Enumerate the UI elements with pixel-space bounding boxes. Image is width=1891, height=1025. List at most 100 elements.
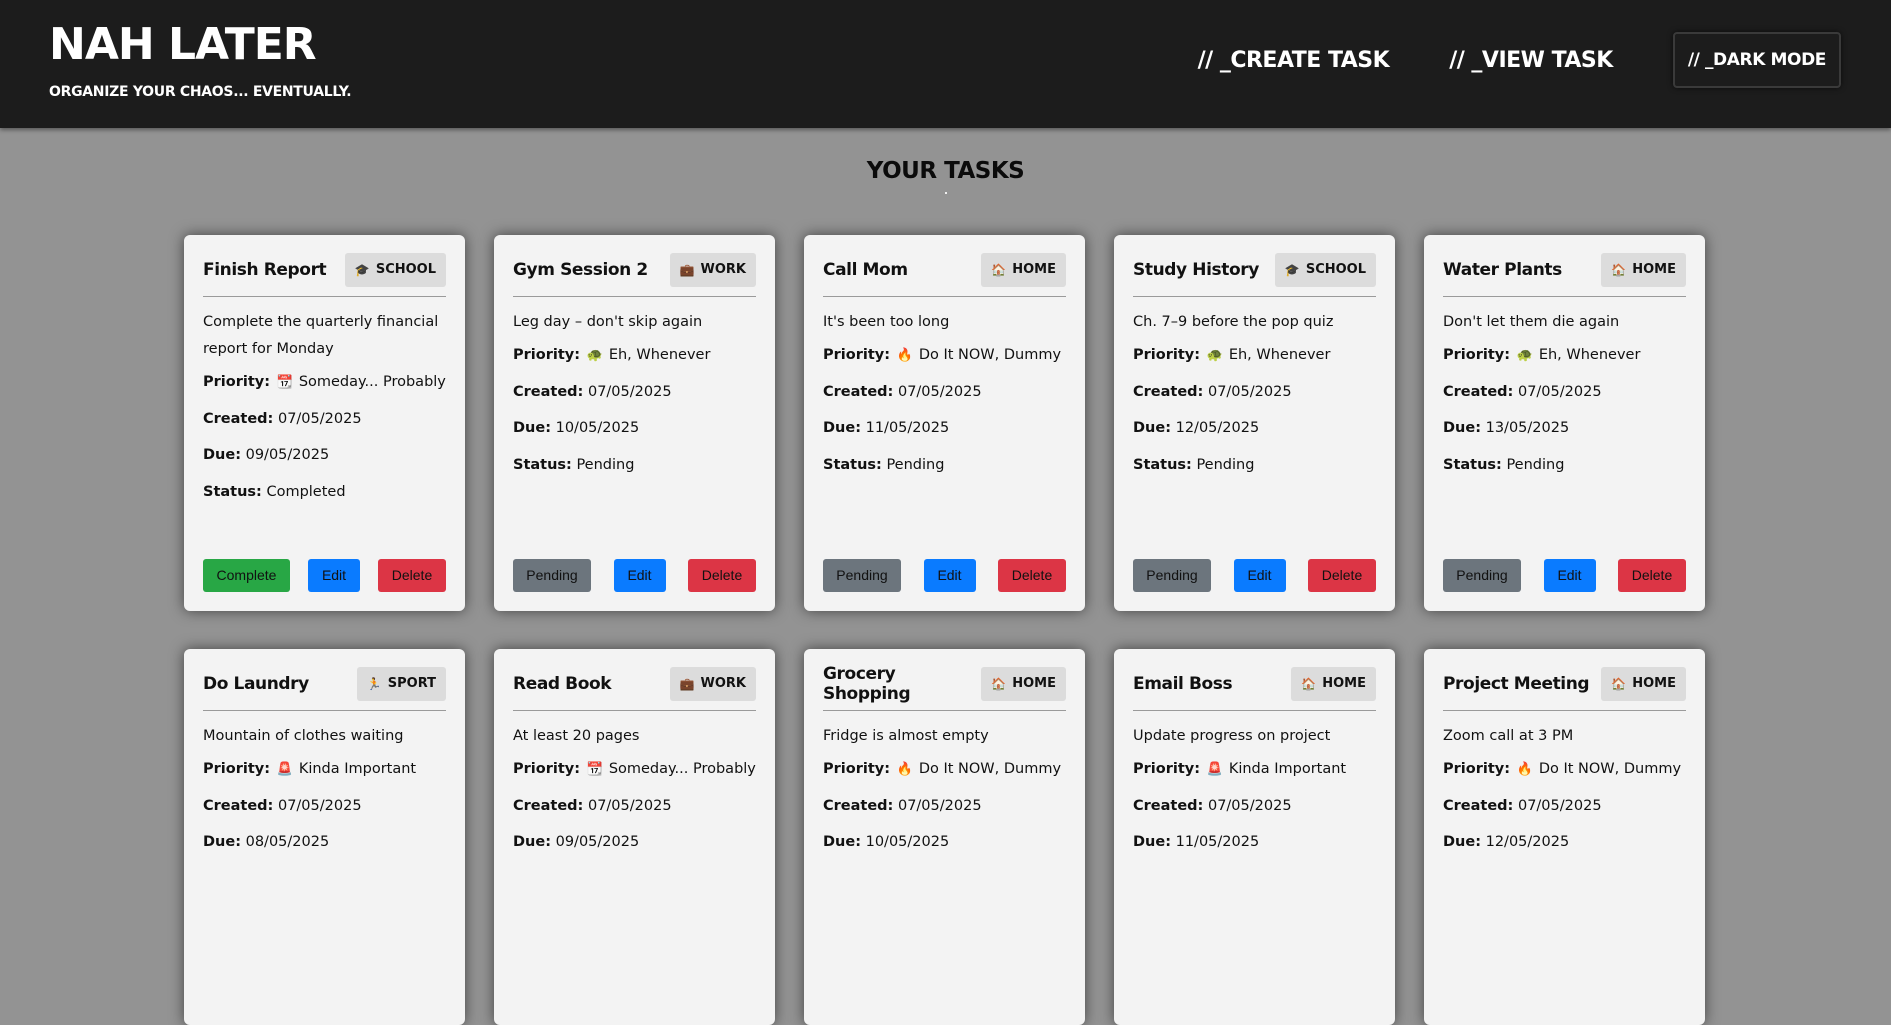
card-header: Gym Session 2 💼 WORK (513, 253, 756, 297)
created-label: Created: (823, 383, 894, 400)
created-row: Created: 07/05/2025 (513, 793, 756, 830)
status-label: Status: (1133, 456, 1192, 473)
due-value: 09/05/2025 (555, 834, 640, 850)
task-title: Grocery Shopping (823, 664, 911, 704)
due-value: 11/05/2025 (865, 420, 950, 436)
task-title: Email Boss (1133, 674, 1233, 694)
task-title: Gym Session 2 (513, 260, 648, 280)
card-body: It's been too long Priority: 🔥 Do It NOW, … (823, 309, 1066, 488)
nav-view-task[interactable]: // _VIEW TASK (1449, 48, 1613, 73)
due-value: 10/05/2025 (865, 834, 950, 850)
due-row: Due: 13/05/2025 (1443, 415, 1686, 452)
due-label: Due: (823, 420, 861, 436)
task-card: Grocery Shopping 🏠 HOME Fridge is almost em… (804, 649, 1085, 1025)
task-description: Complete the quarterly financial report … (203, 314, 439, 357)
priority-row: Priority: 🐢 Eh, Whenever (1133, 342, 1376, 379)
created-label: Created: (203, 410, 274, 427)
priority-label: Priority: (203, 374, 271, 390)
category-label: SCHOOL (1305, 262, 1366, 277)
priority-row: Priority: 📆 Someday... Probably (513, 756, 756, 793)
priority-value: Someday... Probably (608, 761, 756, 777)
category-badge: 💼 WORK (669, 253, 756, 287)
created-label: Created: (513, 383, 584, 400)
task-card: Water Plants 🏠 HOME Don't let them die agai… (1424, 235, 1705, 611)
priority-icon: 🐢 (586, 348, 603, 363)
task-card: Do Laundry 🏃 SPORT Mountain of clothes wait… (184, 649, 465, 1025)
task-description: Don't let them die again (1443, 314, 1620, 330)
created-label: Created: (203, 797, 274, 814)
category-badge: 🏠 HOME (1601, 253, 1686, 287)
status-toggle-button[interactable]: Pending (1443, 559, 1521, 592)
created-row: Created: 07/05/2025 (203, 793, 446, 830)
due-label: Due: (1133, 834, 1171, 850)
priority-row: Priority: 🚨 Kinda Important (203, 756, 446, 793)
task-description: Mountain of clothes waiting (203, 728, 404, 744)
priority-row: Priority: 🐢 Eh, Whenever (1443, 342, 1686, 379)
created-row: Created: 07/05/2025 (1133, 379, 1376, 416)
created-value: 07/05/2025 (1517, 383, 1602, 400)
task-title: Read Book (513, 674, 612, 694)
task-description: Fridge is almost empty (823, 728, 989, 744)
card-header: Water Plants 🏠 HOME (1443, 253, 1686, 297)
created-label: Created: (823, 797, 894, 814)
edit-button[interactable]: Edit (1233, 559, 1286, 592)
status-toggle-button[interactable]: Pending (513, 559, 591, 592)
card-header: Email Boss 🏠 HOME (1133, 667, 1376, 711)
due-label: Due: (1443, 834, 1481, 850)
due-label: Due: (513, 834, 551, 850)
priority-row: Priority: 📆 Someday... Probably (203, 369, 446, 406)
due-row: Due: 12/05/2025 (1443, 829, 1686, 866)
priority-icon: 🔥 (896, 762, 913, 777)
created-row: Created: 07/05/2025 (823, 793, 1066, 830)
status-row: Status: Pending (1133, 452, 1376, 489)
created-row: Created: 07/05/2025 (203, 406, 446, 443)
created-label: Created: (1443, 797, 1514, 814)
card-header: Project Meeting 🏠 HOME (1443, 667, 1686, 711)
due-row: Due: 09/05/2025 (513, 829, 756, 866)
edit-button[interactable]: Edit (1543, 559, 1596, 592)
dark-mode-button[interactable]: // _DARK MODE (1672, 32, 1841, 88)
delete-button[interactable]: Delete (1618, 559, 1686, 592)
card-body: Update progress on project Priority: 🚨 Kin… (1133, 723, 1376, 866)
created-value: 07/05/2025 (277, 797, 362, 814)
category-icon: 🏠 (1301, 677, 1317, 691)
status-toggle-button[interactable]: Pending (1133, 559, 1211, 592)
priority-label: Priority: (513, 761, 581, 777)
due-value: 08/05/2025 (245, 834, 330, 850)
card-actions: Pending Edit Delete (1443, 559, 1686, 592)
category-badge: 🎓 SCHOOL (1274, 253, 1376, 287)
task-title: Do Laundry (203, 674, 309, 694)
due-value: 13/05/2025 (1485, 420, 1570, 436)
status-row: Status: Pending (823, 452, 1066, 489)
card-body: Complete the quarterly financial report … (203, 309, 446, 515)
nav-create-task[interactable]: // _CREATE TASK (1198, 48, 1390, 73)
edit-button[interactable]: Edit (613, 559, 666, 592)
task-card: Read Book 💼 WORK At least 20 pages Priority:… (494, 649, 775, 1025)
delete-button[interactable]: Delete (998, 559, 1066, 592)
created-value: 07/05/2025 (1517, 797, 1602, 814)
due-row: Due: 11/05/2025 (823, 415, 1066, 452)
edit-button[interactable]: Edit (308, 559, 360, 592)
priority-label: Priority: (1443, 761, 1511, 777)
status-toggle-button[interactable]: Complete (203, 559, 290, 592)
status-value: Completed (266, 483, 346, 500)
card-actions: Pending Edit Delete (513, 559, 756, 592)
task-description: Leg day – don't skip again (513, 314, 703, 330)
category-badge: 🏠 HOME (1291, 667, 1376, 701)
card-body: Fridge is almost empty Priority: 🔥 Do It N… (823, 723, 1066, 866)
category-label: HOME (1632, 262, 1676, 277)
due-row: Due: 10/05/2025 (513, 415, 756, 452)
edit-button[interactable]: Edit (923, 559, 976, 592)
status-toggle-button[interactable]: Pending (823, 559, 901, 592)
delete-button[interactable]: Delete (378, 559, 446, 592)
card-body: Ch. 7–9 before the pop quiz Priority: 🐢 Eh… (1133, 309, 1376, 488)
delete-button[interactable]: Delete (1308, 559, 1376, 592)
priority-value: Someday... Probably (298, 374, 446, 390)
delete-button[interactable]: Delete (688, 559, 756, 592)
created-value: 07/05/2025 (277, 410, 362, 427)
due-row: Due: 09/05/2025 (203, 442, 446, 479)
priority-icon: 🔥 (896, 348, 913, 363)
category-icon: 💼 (679, 263, 695, 277)
priority-row: Priority: 🔥 Do It NOW, Dummy (1443, 756, 1686, 793)
priority-icon: 🚨 (1206, 762, 1223, 777)
